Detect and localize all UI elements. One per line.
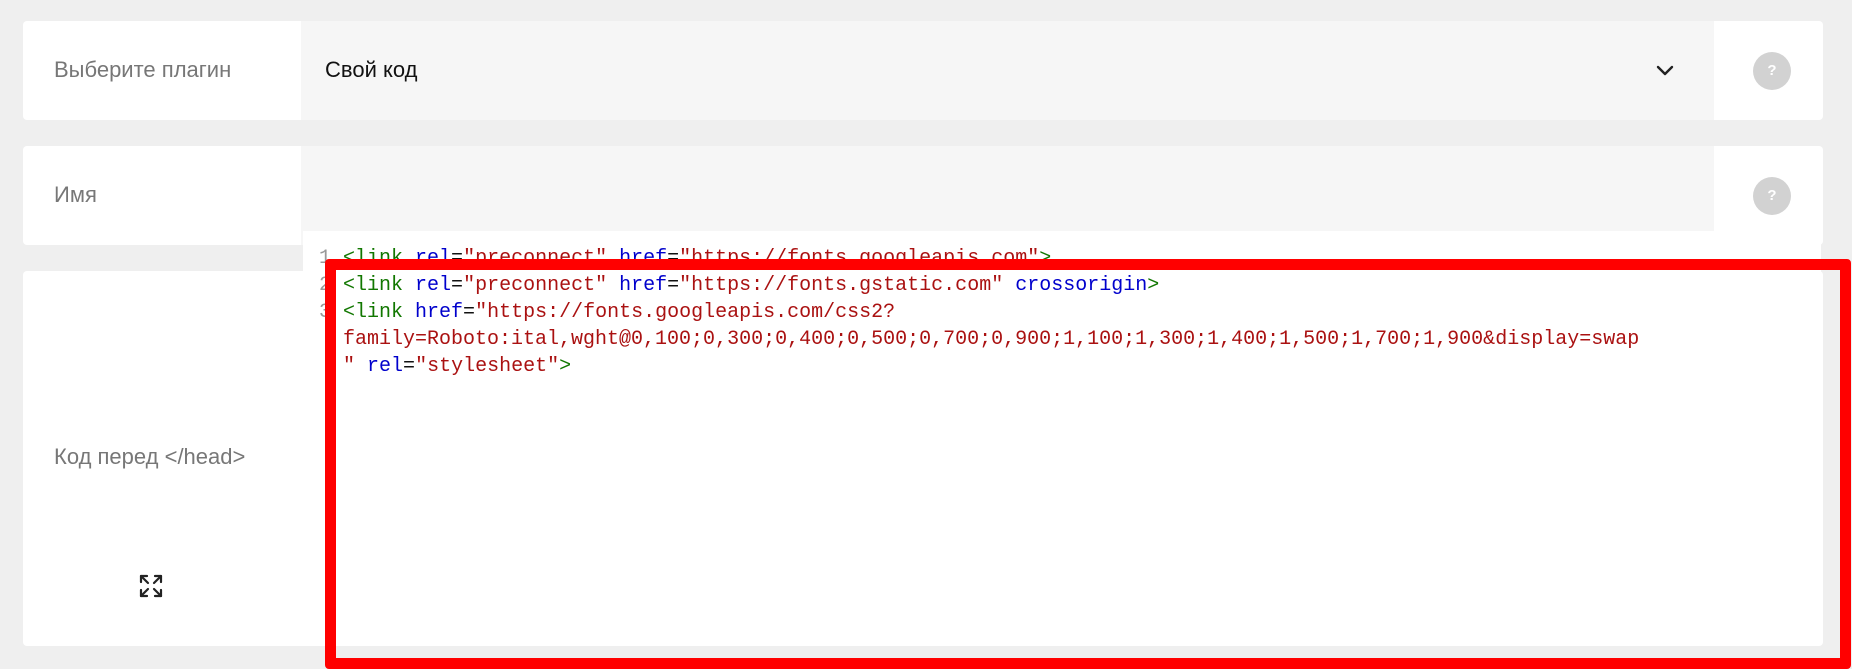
code-token: rel — [415, 274, 452, 297]
code-line: family=Roboto:ital,wght@0,100;0,300;0,40… — [343, 326, 1639, 353]
plugin-select[interactable]: Свой код — [301, 21, 1714, 120]
code-token: href — [415, 301, 464, 324]
code-token: = — [667, 274, 680, 297]
line-number: 3 — [319, 301, 331, 324]
name-label: Имя — [54, 182, 97, 207]
help-icon[interactable]: ? — [1753, 52, 1791, 90]
code-editor[interactable]: 1 2 3 <link rel="preconnect" href="https… — [303, 231, 1821, 643]
code-token: family=Roboto:ital,wght@0,100;0,300;0,40… — [343, 328, 1640, 351]
code-token: "preconnect" — [463, 247, 608, 270]
plugin-select-value: Свой код — [325, 57, 418, 82]
code-token: "stylesheet" — [415, 355, 560, 378]
code-token: > — [1039, 247, 1052, 270]
code-content[interactable]: <link rel="preconnect" href="https://fon… — [343, 245, 1639, 380]
plugin-select-row: Выберите плагин Свой код ? — [23, 21, 1823, 120]
line-number: 1 — [319, 247, 331, 270]
code-token: = — [667, 247, 680, 270]
code-token: " — [343, 355, 356, 378]
code-token: = — [403, 355, 416, 378]
code-token: > — [1147, 274, 1160, 297]
code-line: <link href="https://fonts.googleapis.com… — [343, 299, 1639, 326]
plugin-label: Выберите плагин — [54, 57, 232, 82]
help-icon[interactable]: ? — [1753, 177, 1791, 215]
code-token: "https://fonts.googleapis.com" — [679, 247, 1040, 270]
head-code-label: Код перед </head> — [54, 444, 246, 469]
code-token: "https://fonts.googleapis.com/css2? — [475, 301, 896, 324]
code-line: <link rel="preconnect" href="https://fon… — [343, 272, 1639, 299]
code-token: href — [619, 247, 668, 270]
chevron-down-icon[interactable] — [1654, 59, 1676, 81]
code-token: = — [451, 274, 464, 297]
code-line: " rel="stylesheet"> — [343, 353, 1639, 380]
expand-icon[interactable] — [138, 573, 164, 599]
code-token: rel — [367, 355, 404, 378]
code-token: = — [451, 247, 464, 270]
code-token: "preconnect" — [463, 274, 608, 297]
code-token: <link — [343, 274, 404, 297]
code-token: > — [559, 355, 572, 378]
code-token: href — [619, 274, 668, 297]
code-token: crossorigin — [1015, 274, 1148, 297]
code-token: rel — [415, 247, 452, 270]
code-line: <link rel="preconnect" href="https://fon… — [343, 245, 1639, 272]
code-token: <link — [343, 247, 404, 270]
code-token: <link — [343, 301, 404, 324]
line-number-gutter: 1 2 3 — [319, 245, 331, 326]
code-token: = — [463, 301, 476, 324]
code-token: "https://fonts.gstatic.com" — [679, 274, 1004, 297]
line-number: 2 — [319, 274, 331, 297]
